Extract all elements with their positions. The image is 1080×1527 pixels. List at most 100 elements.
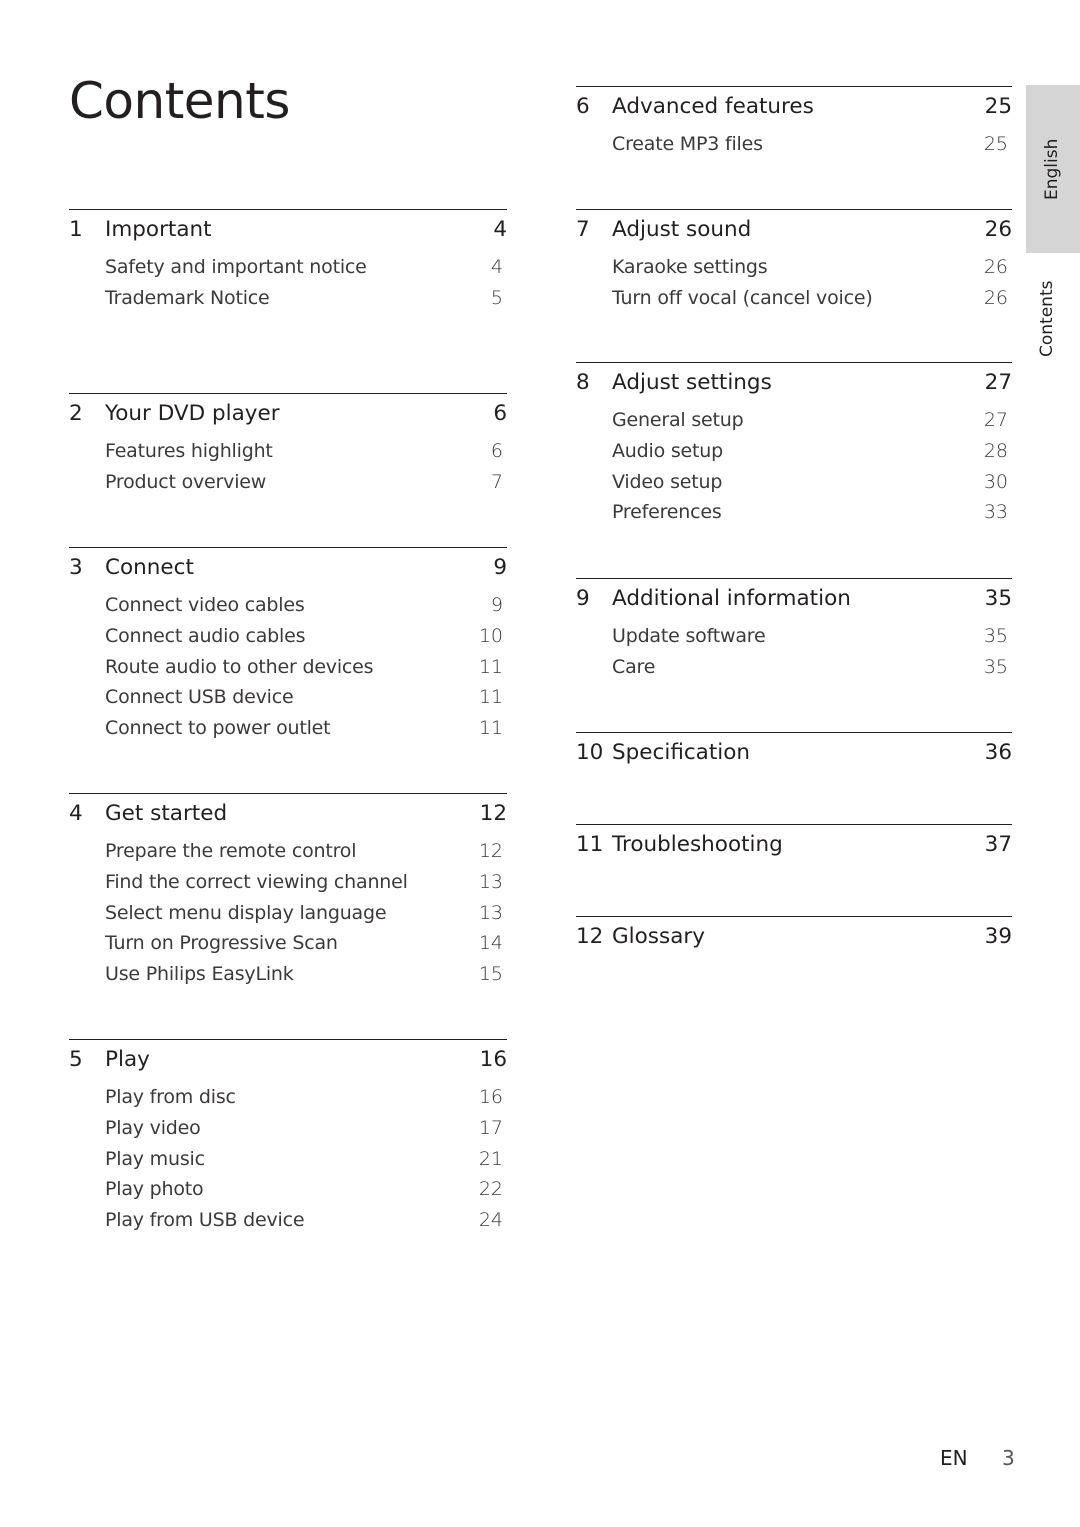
chapter-title[interactable]: Glossary (612, 917, 985, 957)
page-footer: EN 3 (940, 1446, 1015, 1470)
toc-subsection-entry[interactable]: Use Philips EasyLink 15 (69, 959, 507, 990)
toc-chapter-entry[interactable]: 6 Advanced features 25 (576, 87, 1012, 127)
toc-chapter-entry[interactable]: 9 Additional information 35 (576, 579, 1012, 619)
subsection-title[interactable]: Product overview (105, 467, 491, 498)
toc-section: 12 Glossary 39 (576, 916, 1012, 957)
toc-subsection-entry[interactable]: Connect audio cables 10 (69, 621, 507, 652)
chapter-title[interactable]: Additional information (612, 579, 985, 619)
chapter-title[interactable]: Adjust settings (612, 363, 985, 403)
subsection-title[interactable]: Update software (612, 621, 984, 652)
toc-chapter-entry[interactable]: 10 Specification 36 (576, 733, 1012, 773)
subsection-title[interactable]: Select menu display language (105, 898, 479, 929)
toc-chapter-entry[interactable]: 3 Connect 9 (69, 548, 507, 588)
toc-subsection-entry[interactable]: Create MP3 files 25 (576, 129, 1012, 160)
chapter-number: 11 (576, 832, 604, 857)
subsection-title[interactable]: Care (612, 652, 984, 683)
toc-subsection-entry[interactable]: Connect to power outlet 11 (69, 713, 507, 744)
toc-section: 11 Troubleshooting 37 (576, 824, 1012, 865)
toc-subsection-entry[interactable]: Play photo 22 (69, 1174, 507, 1205)
chapter-title[interactable]: Play (105, 1040, 480, 1080)
toc-subsection-entry[interactable]: Video setup 30 (576, 467, 1012, 498)
subsection-title[interactable]: Trademark Notice (105, 283, 491, 314)
toc-subsection-entry[interactable]: Trademark Notice 5 (69, 283, 507, 314)
language-tab: English (1026, 85, 1080, 253)
toc-subsection-entry[interactable]: Update software 35 (576, 621, 1012, 652)
section-tab-label: Contents (1037, 280, 1057, 357)
toc-chapter-entry[interactable]: 8 Adjust settings 27 (576, 363, 1012, 403)
subsection-title[interactable]: Features highlight (105, 436, 491, 467)
toc-subsection-entry[interactable]: Turn off vocal (cancel voice) 26 (576, 283, 1012, 314)
subsection-page: 27 (983, 409, 1008, 431)
chapter-title[interactable]: Connect (105, 548, 493, 588)
toc-subsection-entry[interactable]: Care 35 (576, 652, 1012, 683)
chapter-title[interactable]: Your DVD player (105, 394, 493, 434)
chapter-title[interactable]: Specification (612, 733, 985, 773)
subsection-title[interactable]: Turn off vocal (cancel voice) (612, 283, 984, 314)
toc-subsection-entry[interactable]: Play video 17 (69, 1113, 507, 1144)
subsection-page: 22 (478, 1178, 503, 1201)
chapter-number: 5 (69, 1047, 83, 1072)
chapter-title[interactable]: Adjust sound (612, 210, 985, 250)
toc-subsection-entry[interactable]: Connect USB device 11 (69, 682, 507, 713)
toc-chapter-entry[interactable]: 1 Important 4 (69, 210, 507, 250)
subsection-title[interactable]: Route audio to other devices (105, 652, 479, 683)
subsection-title[interactable]: Play photo (105, 1174, 479, 1205)
toc-section: 4 Get started 12 Prepare the remote cont… (69, 793, 507, 990)
subsection-title[interactable]: Connect video cables (105, 590, 491, 621)
toc-chapter-entry[interactable]: 5 Play 16 (69, 1040, 507, 1080)
toc-subsection-entry[interactable]: Safety and important notice 4 (69, 252, 507, 283)
subsection-page: 35 (983, 625, 1008, 647)
subsection-title[interactable]: Connect to power outlet (105, 713, 479, 744)
toc-subsection-entry[interactable]: Turn on Progressive Scan 14 (69, 928, 507, 959)
toc-chapter-entry[interactable]: 11 Troubleshooting 37 (576, 825, 1012, 865)
subsection-title[interactable]: Preferences (612, 497, 984, 528)
language-tab-label: English (1042, 138, 1062, 200)
subsection-title[interactable]: General setup (612, 405, 984, 436)
toc-subsection-entry[interactable]: Find the correct viewing channel 13 (69, 867, 507, 898)
toc-subsection-entry[interactable]: Play music 21 (69, 1144, 507, 1175)
chapter-title[interactable]: Get started (105, 794, 480, 834)
toc-subsection-entry[interactable]: Play from USB device 24 (69, 1205, 507, 1236)
subsection-title[interactable]: Audio setup (612, 436, 984, 467)
chapter-page: 16 (479, 1047, 507, 1072)
subsection-title[interactable]: Play music (105, 1144, 479, 1175)
subsection-title[interactable]: Safety and important notice (105, 252, 491, 283)
toc-subsection-entry[interactable]: General setup 27 (576, 405, 1012, 436)
toc-subsection-entry[interactable]: Karaoke settings 26 (576, 252, 1012, 283)
subsection-title[interactable]: Video setup (612, 467, 984, 498)
toc-chapter-entry[interactable]: 7 Adjust sound 26 (576, 210, 1012, 250)
subsection-page: 11 (478, 686, 503, 709)
toc-subsection-entry[interactable]: Audio setup 28 (576, 436, 1012, 467)
subsection-page: 9 (490, 594, 503, 616)
subsection-title[interactable]: Play from disc (105, 1082, 479, 1113)
toc-subsection-entry[interactable]: Connect video cables 9 (69, 590, 507, 621)
subsection-title[interactable]: Play from USB device (105, 1205, 479, 1236)
subsection-title[interactable]: Create MP3 files (612, 129, 984, 160)
chapter-title[interactable]: Troubleshooting (612, 825, 985, 865)
chapter-number: 3 (69, 555, 83, 580)
toc-subsection-entry[interactable]: Features highlight 6 (69, 436, 507, 467)
subsection-page: 17 (478, 1116, 503, 1139)
subsection-title[interactable]: Turn on Progressive Scan (105, 928, 479, 959)
toc-chapter-entry[interactable]: 2 Your DVD player 6 (69, 394, 507, 434)
subsection-title[interactable]: Karaoke settings (612, 252, 984, 283)
toc-subsection-entry[interactable]: Prepare the remote control 12 (69, 836, 507, 867)
subsection-title[interactable]: Use Philips EasyLink (105, 959, 479, 990)
subsection-title[interactable]: Find the correct viewing channel (105, 867, 479, 898)
chapter-number: 10 (576, 740, 604, 765)
toc-subsection-entry[interactable]: Play from disc 16 (69, 1082, 507, 1113)
chapter-title[interactable]: Important (105, 210, 493, 250)
toc-subsection-entry[interactable]: Select menu display language 13 (69, 898, 507, 929)
toc-chapter-entry[interactable]: 12 Glossary 39 (576, 917, 1012, 957)
toc-subsection-entry[interactable]: Preferences 33 (576, 497, 1012, 528)
subsection-title[interactable]: Prepare the remote control (105, 836, 479, 867)
chapter-title[interactable]: Advanced features (612, 87, 985, 127)
toc-subsection-entry[interactable]: Route audio to other devices 11 (69, 652, 507, 683)
subsection-list: Prepare the remote control 12 Find the c… (69, 836, 507, 990)
subsection-title[interactable]: Connect audio cables (105, 621, 479, 652)
subsection-title[interactable]: Play video (105, 1113, 479, 1144)
toc-subsection-entry[interactable]: Product overview 7 (69, 467, 507, 498)
toc-section: 3 Connect 9 Connect video cables 9 Conne… (69, 547, 507, 744)
toc-chapter-entry[interactable]: 4 Get started 12 (69, 794, 507, 834)
subsection-title[interactable]: Connect USB device (105, 682, 479, 713)
